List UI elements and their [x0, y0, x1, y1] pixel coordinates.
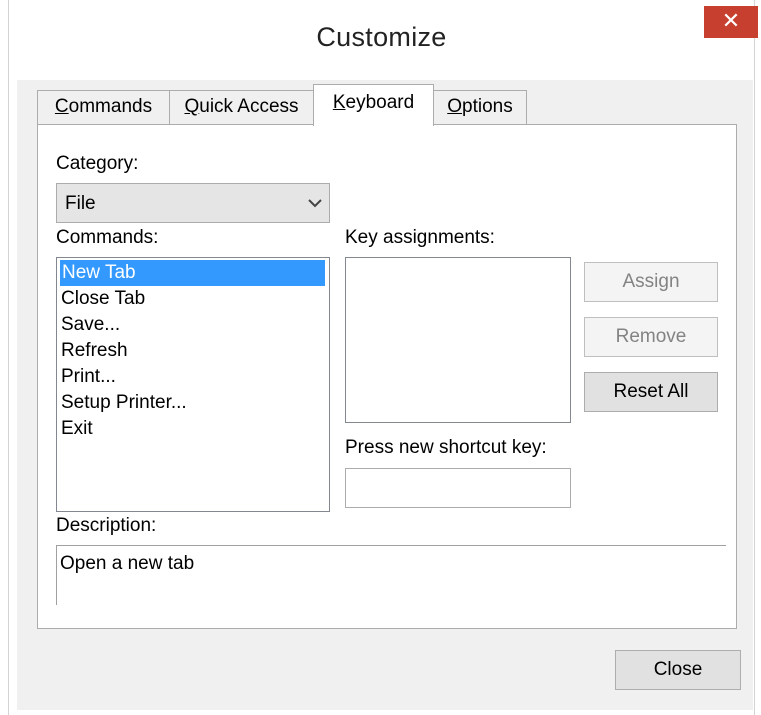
list-item[interactable]: Close Tab: [57, 286, 329, 312]
tab-quick-access[interactable]: Quick Access: [169, 90, 314, 124]
description-label: Description:: [56, 515, 157, 536]
window-border-right: [754, 0, 755, 715]
category-value: File: [65, 193, 96, 214]
keyboard-tab-panel: Category: File Commands: New Tab Close T…: [37, 124, 737, 629]
dialog-client-area: Commands Quick Access Keyboard Options C…: [17, 80, 753, 710]
description-text: Open a new tab: [60, 553, 195, 574]
commands-listbox[interactable]: New Tab Close Tab Save... Refresh Print.…: [56, 257, 330, 512]
commands-label: Commands:: [56, 227, 159, 248]
description-divider: [56, 545, 726, 546]
description-divider-left: [56, 545, 57, 605]
list-item[interactable]: Refresh: [57, 338, 329, 364]
window-border-left: [8, 0, 9, 715]
list-item[interactable]: Save...: [57, 312, 329, 338]
list-item[interactable]: Exit: [57, 416, 329, 442]
window-title: Customize: [316, 22, 447, 52]
key-assignments-label: Key assignments:: [345, 227, 495, 248]
assign-button[interactable]: Assign: [584, 262, 718, 302]
key-assignments-listbox[interactable]: [345, 257, 571, 423]
category-label: Category:: [56, 153, 139, 174]
tab-commands[interactable]: Commands: [37, 90, 170, 124]
remove-button[interactable]: Remove: [584, 317, 718, 357]
close-icon: ✕: [721, 8, 741, 33]
list-item[interactable]: New Tab: [60, 260, 325, 286]
reset-all-button[interactable]: Reset All: [584, 372, 718, 412]
tab-keyboard[interactable]: Keyboard: [313, 84, 434, 126]
tab-options[interactable]: Options: [433, 90, 527, 124]
list-item[interactable]: Print...: [57, 364, 329, 390]
category-dropdown[interactable]: File: [56, 183, 330, 223]
chevron-down-icon: [308, 199, 322, 208]
shortcut-label: Press new shortcut key:: [345, 437, 547, 458]
title-bar[interactable]: Customize ✕: [9, 0, 758, 80]
list-item[interactable]: Setup Printer...: [57, 390, 329, 416]
window-close-button[interactable]: ✕: [704, 6, 758, 38]
close-button[interactable]: Close: [615, 650, 741, 690]
customize-window: Customize ✕ Commands Quick Access Keyboa…: [0, 0, 761, 715]
shortcut-key-input[interactable]: [345, 468, 571, 508]
